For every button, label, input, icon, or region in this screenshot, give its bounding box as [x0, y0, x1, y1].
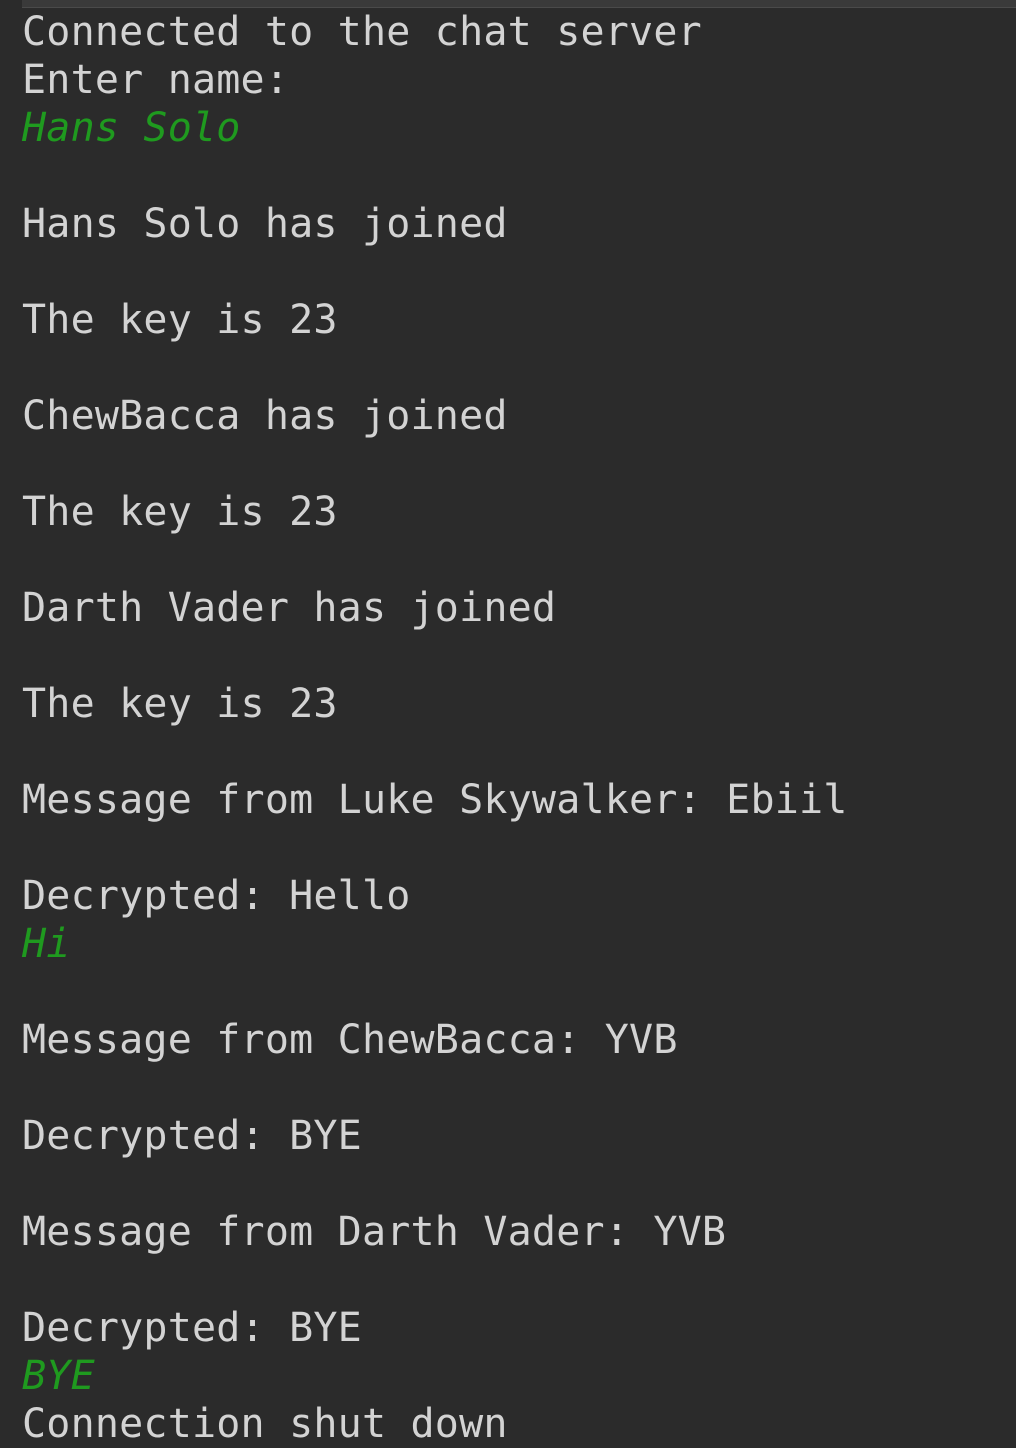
console-output-line: Connected to the chat server	[22, 9, 702, 55]
console-output-line: Decrypted: BYE	[22, 1305, 362, 1351]
console-output-line: The key is 23	[22, 489, 338, 535]
user-input-line: Hi	[22, 921, 71, 967]
console-output[interactable]: Connected to the chat server Enter name: H…	[22, 8, 1016, 1448]
user-input-line: Hans Solo	[22, 105, 241, 151]
console-output-line: Message from Darth Vader: YVB	[22, 1209, 727, 1255]
console-top-edge	[22, 0, 1016, 8]
console-output-line: Decrypted: Hello	[22, 873, 411, 919]
console-output-line: Enter name:	[22, 57, 290, 103]
console-output-line: Darth Vader has joined	[22, 585, 557, 631]
console-output-line: Message from Luke Skywalker: Ebiil	[22, 777, 848, 823]
console-output-line: Decrypted: BYE	[22, 1113, 362, 1159]
console-output-line: Message from ChewBacca: YVB	[22, 1017, 678, 1063]
user-input-line: BYE	[22, 1353, 95, 1399]
console-output-line: Hans Solo has joined	[22, 201, 508, 247]
console-output-line: Connection shut down	[22, 1401, 508, 1447]
console-output-line: ChewBacca has joined	[22, 393, 508, 439]
console-output-line: The key is 23	[22, 297, 338, 343]
console-output-line: The key is 23	[22, 681, 338, 727]
